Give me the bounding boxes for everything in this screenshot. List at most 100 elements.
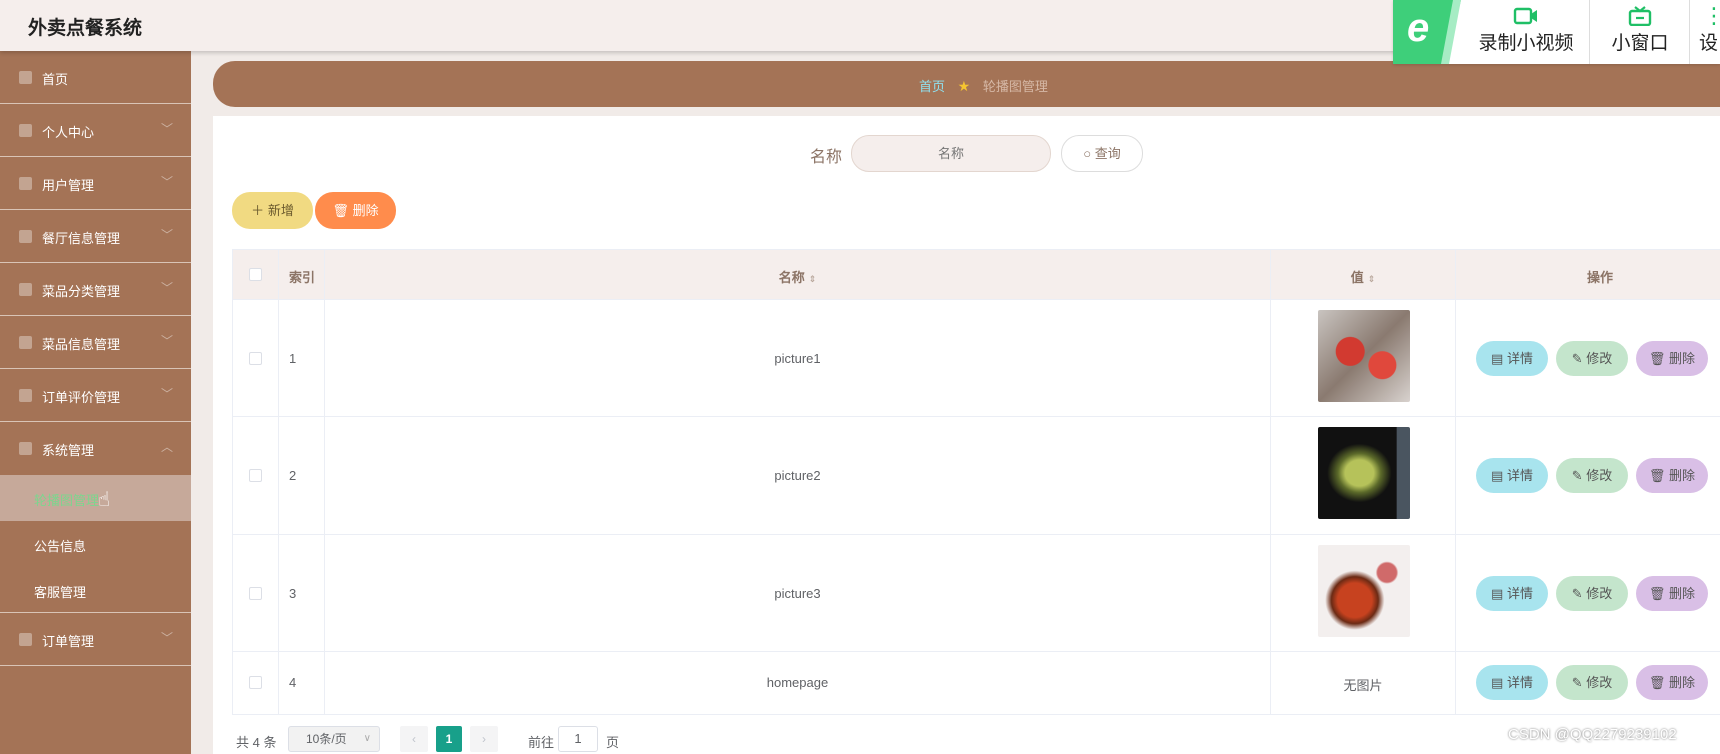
edit-button[interactable]: ✎ 修改	[1556, 458, 1628, 493]
edit-button[interactable]: ✎ 修改	[1556, 341, 1628, 376]
carousel-image-thumbnail[interactable]	[1318, 545, 1410, 637]
chevron-down-icon: ﹀	[160, 631, 173, 645]
pencil-icon: ✎	[1571, 468, 1587, 483]
sidebar-item-users[interactable]: 用户管理 ﹀	[0, 157, 191, 210]
sidebar-subitem-label: 公告信息	[34, 539, 87, 554]
delete-button[interactable]: 🗑 删除	[1636, 665, 1708, 700]
sidebar-item-restaurant[interactable]: 餐厅信息管理 ﹀	[0, 210, 191, 263]
select-all-checkbox[interactable]	[249, 268, 262, 281]
settings-button[interactable]: ⋮ 设	[1699, 0, 1720, 64]
row-checkbox[interactable]	[249, 676, 262, 689]
sidebar-item-dish-info[interactable]: 菜品信息管理 ﹀	[0, 316, 191, 369]
row-name: picture3	[774, 586, 821, 601]
header-name[interactable]: 名称 ⇕	[325, 267, 1270, 286]
sidebar-item-orders[interactable]: 订单管理 ﹀	[0, 613, 191, 666]
plus-icon: ＋	[251, 203, 265, 218]
page-word: 页	[606, 735, 620, 750]
edit-button[interactable]: ✎ 修改	[1556, 665, 1628, 700]
watermark: CSDN @QQ2279239102	[1508, 726, 1677, 743]
sidebar-item-profile[interactable]: 个人中心 ﹀	[0, 104, 191, 157]
sidebar-item-label: 菜品信息管理	[42, 337, 121, 352]
row-name: picture1	[774, 351, 821, 366]
sidebar-subitem-label: 轮播图管理	[34, 493, 100, 508]
users-icon	[19, 177, 32, 190]
star-icon: ★	[957, 78, 971, 94]
sidebar-item-home[interactable]: 首页	[0, 51, 191, 104]
goto-label: 前往	[528, 735, 555, 750]
row-checkbox[interactable]	[249, 352, 262, 365]
search-input[interactable]	[851, 135, 1051, 172]
edit-button[interactable]: ✎ 修改	[1556, 576, 1628, 611]
mini-window-label: 小窗口	[1611, 33, 1669, 54]
document-icon: ▤	[1491, 675, 1507, 690]
sidebar-subitem-notice[interactable]: 公告信息	[0, 521, 191, 567]
breadcrumb: 首页 ★ 轮播图管理	[213, 61, 1720, 107]
tv-icon	[1627, 6, 1653, 27]
sort-icon[interactable]: ⇕	[809, 274, 817, 284]
header-index: 索引	[289, 270, 316, 285]
delete-button[interactable]: 🗑 删除	[1636, 341, 1708, 376]
row-checkbox[interactable]	[249, 587, 262, 600]
trash-icon: 🗑	[1648, 586, 1670, 601]
row-index: 2	[289, 468, 297, 483]
trash-icon: 🗑	[1648, 468, 1670, 483]
mini-window-button[interactable]: 小窗口	[1599, 0, 1681, 64]
delete-button[interactable]: 🗑 删除	[1636, 576, 1708, 611]
record-video-button[interactable]: 录制小视频	[1471, 0, 1581, 64]
detail-button[interactable]: ▤ 详情	[1476, 458, 1548, 493]
sidebar-item-label: 订单管理	[42, 634, 95, 649]
sidebar-item-order-review[interactable]: 订单评价管理 ﹀	[0, 369, 191, 422]
breadcrumb-current: 轮播图管理	[982, 79, 1048, 94]
carousel-image-thumbnail[interactable]	[1318, 427, 1410, 519]
carousel-table: 索引 名称 ⇕ 值 ⇕ 操作 1 picture1 ▤ 详情 ✎ 修改 🗑 删除 2…	[232, 249, 1720, 715]
settings-label: 设	[1699, 33, 1719, 54]
document-icon: ▤	[1491, 586, 1507, 601]
next-page-button[interactable]: ›	[470, 726, 498, 752]
table-row: 1 picture1 ▤ 详情 ✎ 修改 🗑 删除	[233, 300, 1720, 417]
delete-button[interactable]: 🗑 删除	[1636, 458, 1708, 493]
row-index: 4	[289, 675, 297, 690]
sort-icon[interactable]: ⇕	[1368, 274, 1376, 284]
goto-page-input[interactable]: 1	[558, 726, 598, 752]
home-icon	[19, 71, 32, 84]
detail-button[interactable]: ▤ 详情	[1476, 665, 1548, 700]
sidebar-subitem-service[interactable]: 客服管理	[0, 567, 191, 613]
row-index: 1	[289, 351, 297, 366]
sidebar: 首页 个人中心 ﹀ 用户管理 ﹀ 餐厅信息管理 ﹀ 菜品分类管理 ﹀ 菜品信息管…	[0, 51, 191, 754]
chevron-down-icon: ﹀	[160, 281, 173, 295]
main-panel: 名称 ○ 查询 ＋ 新增 🗑 删除 索引 名称⇕ 值⇕ 操作 1 picture…	[213, 116, 1720, 754]
bulk-delete-button[interactable]: 🗑 删除	[315, 192, 396, 229]
sidebar-subitem-carousel[interactable]: 轮播图管理 ☝	[0, 475, 191, 521]
sidebar-item-label: 首页	[42, 72, 69, 87]
sidebar-item-label: 系统管理	[42, 443, 95, 458]
chevron-down-icon: ﹀	[160, 334, 173, 348]
search-button[interactable]: ○ 查询	[1061, 135, 1143, 172]
row-name: picture2	[774, 468, 821, 483]
carousel-image-thumbnail[interactable]	[1318, 310, 1410, 402]
sidebar-item-system[interactable]: 系统管理 ︿	[0, 422, 191, 475]
row-index: 3	[289, 586, 297, 601]
hand-cursor-icon: ☝	[98, 489, 111, 511]
pencil-icon: ✎	[1571, 675, 1587, 690]
category-icon	[19, 283, 32, 296]
row-value: 无图片	[1343, 678, 1383, 693]
prev-page-button[interactable]: ‹	[400, 726, 428, 752]
page-number-current[interactable]: 1	[436, 726, 462, 752]
search-icon: ○	[1083, 146, 1092, 161]
sidebar-item-label: 用户管理	[42, 178, 95, 193]
chevron-up-icon: ︿	[160, 440, 173, 454]
header-value[interactable]: 值 ⇕	[1271, 267, 1455, 286]
header-ops: 操作	[1586, 270, 1613, 285]
breadcrumb-home[interactable]: 首页	[919, 79, 945, 94]
row-checkbox[interactable]	[249, 469, 262, 482]
sidebar-item-dish-category[interactable]: 菜品分类管理 ﹀	[0, 263, 191, 316]
sidebar-subitem-label: 客服管理	[34, 585, 87, 600]
page-size-select[interactable]: 10条/页 ∨	[288, 726, 380, 752]
detail-button[interactable]: ▤ 详情	[1476, 341, 1548, 376]
screen-recorder-toolbar: e 录制小视频 小窗口 ⋮ 设	[1393, 0, 1720, 64]
chevron-down-icon: ﹀	[160, 122, 173, 136]
document-icon: ▤	[1491, 468, 1507, 483]
table-row: 3 picture3 ▤ 详情 ✎ 修改 🗑 删除	[233, 535, 1720, 652]
detail-button[interactable]: ▤ 详情	[1476, 576, 1548, 611]
add-button[interactable]: ＋ 新增	[232, 192, 313, 229]
